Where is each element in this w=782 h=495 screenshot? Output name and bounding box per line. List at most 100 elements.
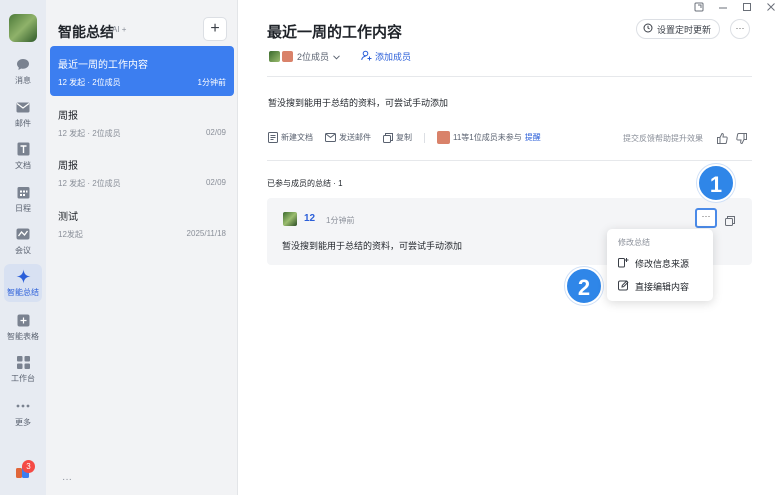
rail-label: 工作台: [11, 374, 35, 383]
rail-item-mail[interactable]: 邮件: [0, 95, 46, 135]
feedback-text: 提交反馈帮助提升效果: [623, 134, 703, 143]
member-summary-text: 暂没搜到能用于总结的资料，可尝试手动添加: [282, 241, 463, 251]
rail-label: 日程: [15, 204, 31, 213]
menu-item-edit-content[interactable]: 直接编辑内容: [618, 280, 689, 293]
section-title: 已参与成员的总结 · 1: [267, 179, 343, 188]
add-user-icon: [361, 50, 372, 63]
feedback-buttons: [717, 131, 747, 149]
edit-icon: [618, 280, 629, 293]
members-dropdown[interactable]: 2位成员: [269, 50, 340, 63]
pin-icon[interactable]: [694, 2, 704, 15]
card-more-button[interactable]: ···: [695, 208, 717, 228]
close-icon[interactable]: [766, 2, 776, 15]
item-meta: 12发起: [58, 230, 83, 239]
item-time: 02/09: [205, 128, 226, 137]
panel-title: 智能总结: [58, 24, 114, 40]
menu-item-edit-source[interactable]: 修改信息来源: [618, 257, 689, 270]
menu-header: 修改总结: [618, 238, 650, 247]
rail-item-smart-table[interactable]: 智能表格: [0, 308, 46, 348]
page-title: 最近一周的工作内容: [267, 24, 403, 41]
rail-label: 邮件: [15, 119, 31, 128]
rail-item-more[interactable]: 更多: [0, 394, 46, 434]
item-time: 2025/11/18: [186, 229, 226, 238]
rail-label: 更多: [15, 418, 31, 427]
meeting-icon: [15, 226, 31, 242]
panel-footer-more[interactable]: ···: [62, 474, 72, 485]
divider: [267, 160, 752, 161]
divider: [267, 76, 752, 77]
item-title: 周报: [58, 161, 78, 172]
divider: [424, 132, 425, 143]
rail-label: 智能表格: [7, 332, 39, 341]
more-icon: [15, 398, 31, 414]
edit-summary-menu: 修改总结 修改信息来源 直接编辑内容: [607, 229, 713, 301]
item-meta: 12 发起 · 2位成员: [58, 129, 121, 138]
notification-badge: 3: [22, 460, 35, 473]
member-avatar: [437, 131, 450, 144]
menu-item-label: 修改信息来源: [635, 259, 690, 269]
rail-label: 智能总结: [7, 288, 39, 297]
window-controls: [694, 2, 776, 15]
step-marker-2: 2: [565, 267, 603, 305]
clock-icon: [643, 23, 653, 35]
schedule-update-button[interactable]: 设置定时更新: [636, 19, 721, 39]
members-label: 2位成员: [297, 52, 330, 62]
add-summary-button[interactable]: +: [203, 17, 227, 41]
member-avatar: [269, 51, 280, 62]
avatar: [283, 212, 297, 226]
rail-item-smart-summary[interactable]: 智能总结: [4, 264, 42, 302]
item-title: 测试: [58, 212, 78, 223]
mail-outline-icon: [325, 133, 336, 142]
rail-label: 会议: [15, 246, 31, 255]
more-options-button[interactable]: ···: [730, 19, 750, 39]
rail-item-messages[interactable]: 消息: [0, 52, 46, 92]
item-title: 周报: [58, 111, 78, 122]
menu-item-label: 直接编辑内容: [635, 282, 690, 292]
source-icon: [618, 257, 629, 270]
message-icon: [15, 56, 31, 72]
summary-content: 暂没搜到能用于总结的资料，可尝试手动添加: [268, 98, 449, 108]
rail-item-meeting[interactable]: 会议: [0, 222, 46, 262]
thumbs-up-icon[interactable]: [717, 131, 728, 149]
rail-item-workbench[interactable]: 工作台: [0, 350, 46, 390]
action-bar: 新建文档 发送邮件 复制 11等1位成员未参与 提醒: [268, 131, 541, 144]
nav-rail: 消息 邮件 文档 日程 会议 智能总结 智能表格 工作台 更多 3: [0, 0, 46, 495]
sparkle-icon: [15, 268, 31, 284]
remind-link[interactable]: 提醒: [525, 132, 541, 143]
doc-icon: [15, 141, 31, 157]
summary-list-item[interactable]: 周报 12 发起 · 2位成员 02/09: [50, 147, 234, 197]
rail-item-calendar[interactable]: 日程: [0, 180, 46, 220]
add-member-button[interactable]: 添加成员: [361, 50, 411, 63]
mail-icon: [15, 99, 31, 115]
new-doc-button[interactable]: 新建文档: [268, 132, 313, 143]
unjoined-label: 11等1位成员未参与: [453, 133, 522, 142]
send-mail-label: 发送邮件: [339, 133, 371, 142]
summary-list-item[interactable]: 最近一周的工作内容 12 发起 · 2位成员 1分钟前: [50, 46, 234, 96]
item-meta: 12 发起 · 2位成员: [58, 78, 121, 87]
doc-outline-icon: [268, 132, 278, 143]
copy-icon[interactable]: [725, 213, 735, 231]
unjoined-members: 11等1位成员未参与 提醒: [437, 131, 541, 144]
member-time: 1分钟前: [326, 216, 355, 225]
summary-list-item[interactable]: 测试 12发起 2025/11/18: [50, 198, 234, 248]
item-time: 1分钟前: [197, 78, 226, 87]
item-meta: 12 发起 · 2位成员: [58, 179, 121, 188]
add-member-label: 添加成员: [375, 52, 412, 62]
send-mail-button[interactable]: 发送邮件: [325, 132, 371, 143]
workbench-icon: [15, 354, 31, 370]
copy-label: 复制: [396, 133, 412, 142]
maximize-icon[interactable]: [742, 2, 752, 15]
calendar-icon: [15, 184, 31, 200]
summary-list-item[interactable]: 周报 12 发起 · 2位成员 02/09: [50, 97, 234, 147]
item-title: 最近一周的工作内容: [58, 60, 148, 71]
user-avatar[interactable]: [9, 14, 37, 42]
copy-icon: [383, 132, 393, 143]
rail-label: 文档: [15, 161, 31, 170]
member-name[interactable]: 12: [304, 213, 315, 224]
chevron-down-icon: [333, 52, 340, 62]
thumbs-down-icon[interactable]: [736, 131, 747, 149]
minimize-icon[interactable]: [718, 2, 728, 15]
copy-button[interactable]: 复制: [383, 132, 412, 143]
rail-item-docs[interactable]: 文档: [0, 137, 46, 177]
step-marker-1: 1: [697, 164, 735, 202]
